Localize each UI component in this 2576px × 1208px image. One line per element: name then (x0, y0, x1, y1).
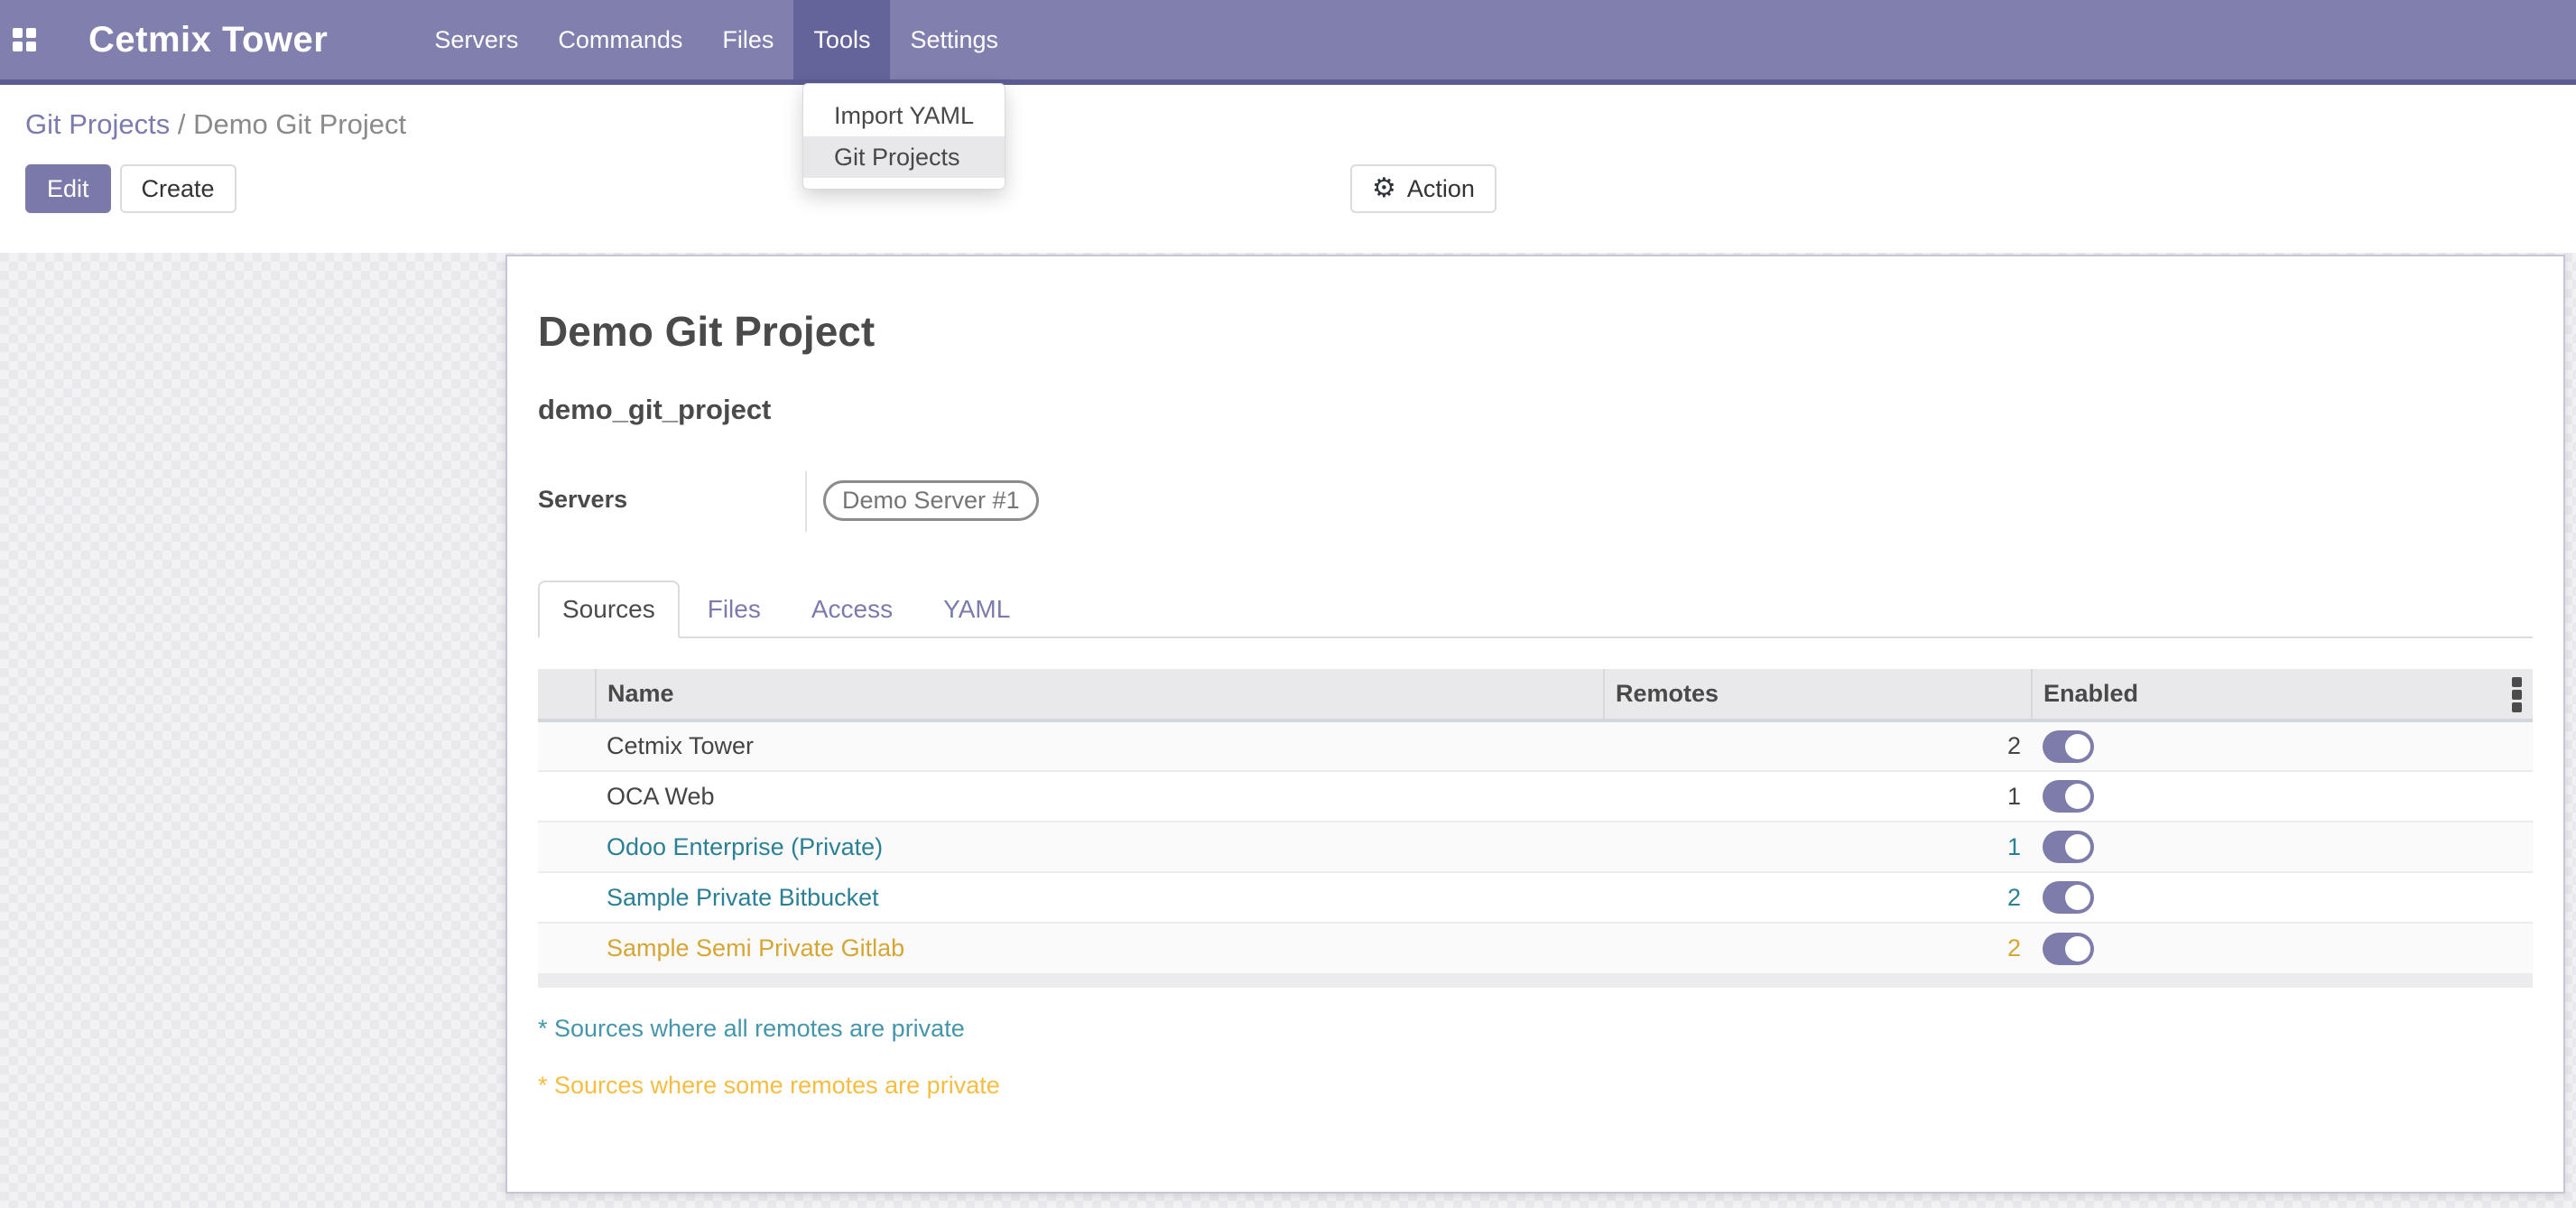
column-header-enabled[interactable]: Enabled (2032, 669, 2483, 720)
create-button[interactable]: Create (120, 164, 236, 213)
breadcrumb-separator: / (178, 108, 193, 140)
tab-files[interactable]: Files (685, 582, 783, 637)
menu-item-servers[interactable]: Servers (414, 0, 538, 79)
tab-yaml[interactable]: YAML (921, 582, 1033, 637)
dropdown-item-import-yaml[interactable]: Import YAML (803, 95, 1005, 136)
main-menu: Servers Commands Files Tools Settings (414, 0, 1018, 79)
remotes-cell: 2 (1604, 872, 2032, 923)
legend-notes: * Sources where all remotes are private … (538, 1015, 2533, 1100)
tab-sources[interactable]: Sources (538, 581, 680, 638)
action-button[interactable]: ⚙ Action (1350, 164, 1496, 213)
column-header-name[interactable]: Name (596, 669, 1604, 720)
name-cell[interactable]: Odoo Enterprise (Private) (596, 822, 1604, 872)
record-subtitle: demo_git_project (538, 394, 2533, 426)
form-sheet: Demo Git Project demo_git_project Server… (505, 255, 2565, 1194)
remotes-cell: 1 (1604, 771, 2032, 822)
edit-button[interactable]: Edit (25, 164, 111, 213)
enabled-toggle[interactable] (2043, 730, 2094, 763)
servers-field-value: Demo Server #1 (805, 471, 1039, 532)
action-button-label: Action (1407, 175, 1475, 203)
remotes-cell: 2 (1604, 923, 2032, 973)
note-private: * Sources where all remotes are private (538, 1015, 2533, 1043)
enabled-toggle[interactable] (2043, 933, 2094, 965)
control-panel: Git Projects / Demo Git Project Edit Cre… (0, 90, 2576, 253)
servers-field-label: Servers (538, 471, 805, 532)
column-header-remotes[interactable]: Remotes (1604, 669, 2032, 720)
record-buttons: Edit Create (25, 164, 236, 213)
sources-table: Name Remotes Enabled Cetmix Tower 2 (538, 669, 2533, 973)
table-header-row: Name Remotes Enabled (538, 669, 2533, 720)
page-title: Demo Git Project (538, 307, 2533, 356)
table-row[interactable]: Cetmix Tower 2 (538, 720, 2533, 771)
menu-item-tools[interactable]: Tools (793, 0, 890, 79)
breadcrumb-current: Demo Git Project (193, 108, 406, 140)
breadcrumb: Git Projects / Demo Git Project (25, 108, 406, 141)
menu-item-settings[interactable]: Settings (890, 0, 1018, 79)
notebook-tabs: Sources Files Access YAML (538, 581, 2533, 638)
app-brand: Cetmix Tower (88, 20, 328, 60)
name-cell[interactable]: OCA Web (596, 771, 1604, 822)
menu-item-commands[interactable]: Commands (538, 0, 702, 79)
apps-grid-icon[interactable] (13, 28, 36, 51)
enabled-toggle[interactable] (2043, 881, 2094, 914)
name-cell[interactable]: Sample Private Bitbucket (596, 872, 1604, 923)
note-semi-private: * Sources where some remotes are private (538, 1072, 2533, 1100)
servers-field-row: Servers Demo Server #1 (538, 471, 2533, 532)
enabled-toggle[interactable] (2043, 831, 2094, 863)
content-area: Demo Git Project demo_git_project Server… (0, 253, 2576, 1208)
table-row[interactable]: Odoo Enterprise (Private) 1 (538, 822, 2533, 872)
column-header-options (2483, 669, 2533, 720)
name-cell[interactable]: Sample Semi Private Gitlab (596, 923, 1604, 973)
remotes-cell: 2 (1604, 720, 2032, 771)
breadcrumb-parent-link[interactable]: Git Projects (25, 108, 170, 140)
name-cell[interactable]: Cetmix Tower (596, 720, 1604, 771)
column-header-checkbox (538, 669, 596, 720)
gear-icon: ⚙ (1372, 175, 1396, 202)
tab-access[interactable]: Access (789, 582, 915, 637)
enabled-toggle[interactable] (2043, 780, 2094, 813)
tools-dropdown-menu: Import YAML Git Projects (802, 83, 1005, 190)
server-tag: Demo Server #1 (823, 480, 1039, 521)
optional-columns-icon[interactable] (2512, 673, 2522, 715)
table-row[interactable]: OCA Web 1 (538, 771, 2533, 822)
menu-item-files[interactable]: Files (702, 0, 793, 79)
table-footer-strip (538, 973, 2533, 988)
table-row[interactable]: Sample Semi Private Gitlab 2 (538, 923, 2533, 973)
top-navbar: Cetmix Tower Servers Commands Files Tool… (0, 0, 2576, 85)
remotes-cell: 1 (1604, 822, 2032, 872)
table-row[interactable]: Sample Private Bitbucket 2 (538, 872, 2533, 923)
dropdown-item-git-projects[interactable]: Git Projects (803, 136, 1005, 178)
